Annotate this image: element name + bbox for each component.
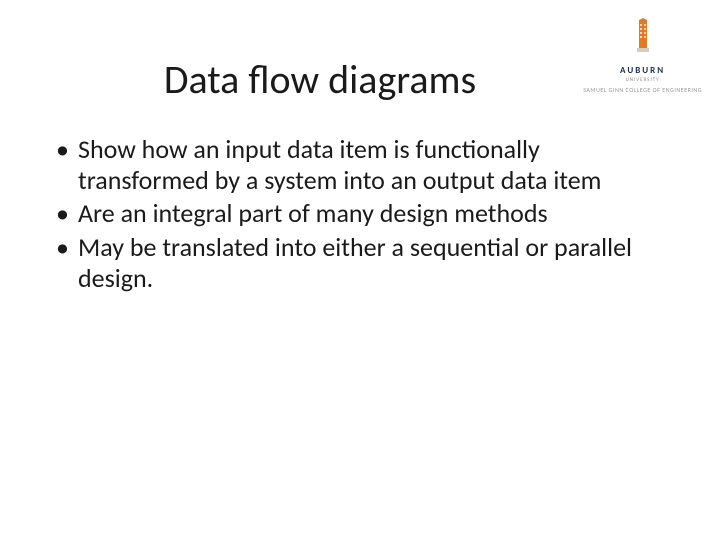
bullet-list: Show how an input data item is functiona… <box>50 134 660 294</box>
logo-text-main: AUBURN <box>583 65 702 76</box>
content-area: Show how an input data item is functiona… <box>0 134 720 294</box>
logo-area: AUBURN UNIVERSITY SAMUEL GINN COLLEGE OF… <box>583 18 702 94</box>
bullet-item: Are an integral part of many design meth… <box>50 198 660 229</box>
logo-text-sub1: UNIVERSITY <box>583 77 702 83</box>
bullet-item: May be translated into either a sequenti… <box>50 232 660 294</box>
slide-container: AUBURN UNIVERSITY SAMUEL GINN COLLEGE OF… <box>0 0 720 540</box>
logo-text-sub2: SAMUEL GINN COLLEGE OF ENGINEERING <box>583 86 702 94</box>
logo-tower-icon <box>630 18 656 54</box>
bullet-item: Show how an input data item is functiona… <box>50 134 660 196</box>
